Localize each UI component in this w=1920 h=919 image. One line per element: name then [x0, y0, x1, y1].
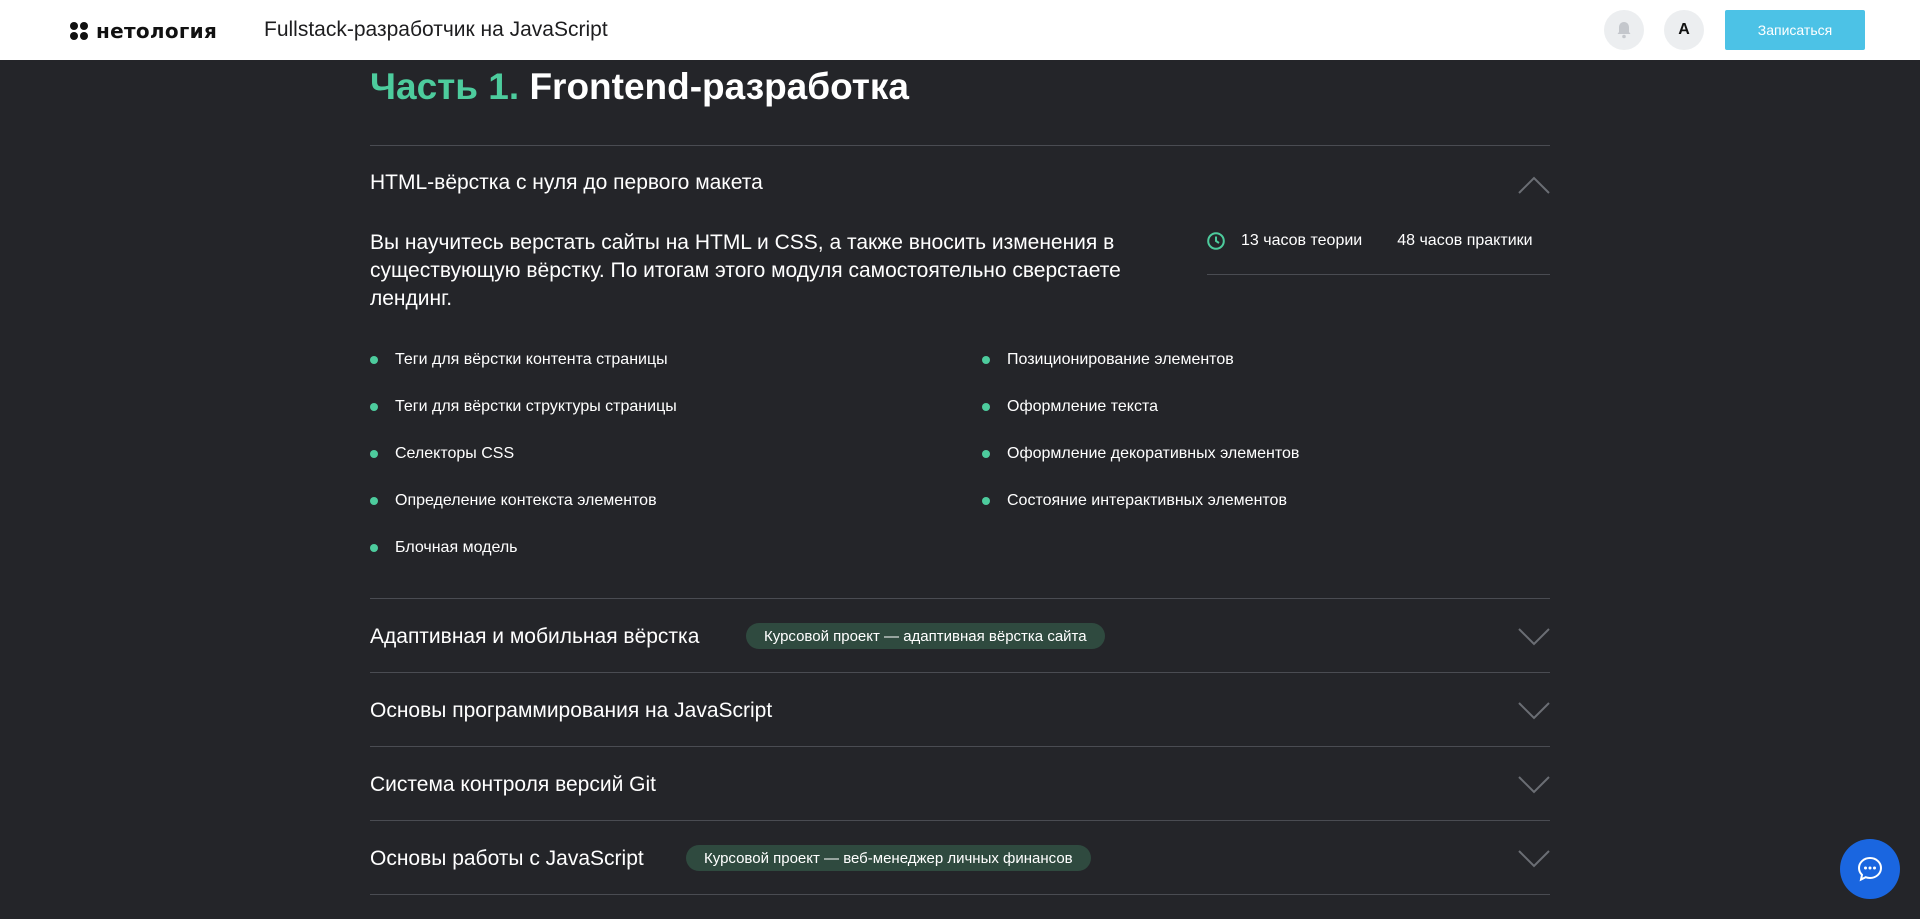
divider: [370, 672, 1550, 673]
module-title-git[interactable]: Система контроля версий Git: [370, 773, 656, 797]
user-avatar[interactable]: A: [1664, 10, 1704, 50]
topic-item: Определение контекста элементов: [370, 492, 657, 510]
module-title-js-work[interactable]: Основы работы с JavaScript: [370, 847, 644, 871]
bullet-dot: [370, 544, 378, 552]
chevron-down-icon[interactable]: [1518, 776, 1550, 794]
bullet-dot: [370, 403, 378, 411]
module-title-html[interactable]: HTML-вёрстка с нуля до первого макета: [370, 171, 763, 195]
divider: [370, 894, 1550, 895]
chat-button[interactable]: [1840, 839, 1900, 899]
logo-icon: [70, 22, 88, 40]
bullet-dot: [370, 356, 378, 364]
bullet-dot: [982, 450, 990, 458]
bullet-dot: [370, 497, 378, 505]
divider: [370, 598, 1550, 599]
chevron-up-icon[interactable]: [1518, 176, 1550, 194]
divider: [370, 145, 1550, 146]
chat-bubble-icon: [1857, 856, 1883, 882]
topic-item: Оформление декоративных элементов: [982, 445, 1299, 463]
module-hours: 13 часов теории 48 часов практики: [1207, 232, 1533, 250]
hours-divider: [1207, 274, 1550, 275]
part-title: Frontend-разработка: [529, 66, 910, 107]
course-project-badge: Курсовой проект — адаптивная вёрстка сай…: [746, 623, 1105, 649]
divider: [370, 746, 1550, 747]
module-description: Вы научитесь верстать сайты на HTML и CS…: [370, 231, 1121, 310]
top-header: нетология Fullstack-разработчик на JavaS…: [0, 0, 1920, 60]
topic-item: Теги для вёрстки структуры страницы: [370, 398, 677, 416]
bullet-dot: [982, 497, 990, 505]
chevron-down-icon[interactable]: [1518, 628, 1550, 646]
topic-item: Состояние интерактивных элементов: [982, 492, 1287, 510]
bell-icon: [1617, 22, 1631, 39]
module-title-js-basics[interactable]: Основы программирования на JavaScript: [370, 699, 772, 723]
bullet-dot: [982, 356, 990, 364]
chevron-down-icon[interactable]: [1518, 702, 1550, 720]
notifications-button[interactable]: [1604, 10, 1644, 50]
topic-item: Блочная модель: [370, 539, 517, 557]
practice-hours: 48 часов практики: [1397, 232, 1533, 249]
topic-item: Позиционирование элементов: [982, 351, 1234, 369]
theory-hours: 13 часов теории: [1241, 232, 1363, 249]
bullet-dot: [370, 450, 378, 458]
course-project-badge: Курсовой проект — веб-менеджер личных фи…: [686, 845, 1091, 871]
divider: [370, 820, 1550, 821]
enroll-button[interactable]: Записаться: [1725, 10, 1865, 50]
part-number: Часть 1.: [370, 66, 520, 107]
topic-item: Теги для вёрстки контента страницы: [370, 351, 668, 369]
chevron-down-icon[interactable]: [1518, 850, 1550, 868]
topic-item: Селекторы CSS: [370, 445, 514, 463]
logo[interactable]: нетология: [70, 19, 217, 43]
clock-icon: [1207, 232, 1225, 250]
bullet-dot: [982, 403, 990, 411]
course-title: Fullstack-разработчик на JavaScript: [264, 18, 608, 41]
logo-text: нетология: [96, 19, 218, 43]
part-heading: Часть 1. Frontend-разработка: [370, 66, 909, 108]
topic-item: Оформление текста: [982, 398, 1158, 416]
module-title-adaptive[interactable]: Адаптивная и мобильная вёрстка: [370, 625, 699, 649]
